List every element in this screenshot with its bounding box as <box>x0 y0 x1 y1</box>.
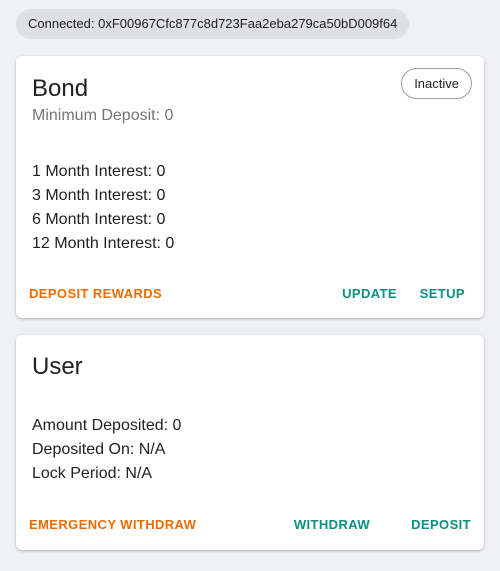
update-button[interactable]: Update <box>334 276 405 312</box>
bond-status-chip: Inactive <box>401 68 472 99</box>
setup-button[interactable]: Setup <box>412 276 473 312</box>
withdraw-button[interactable]: Withdraw <box>286 507 378 543</box>
interest-1-month: 1 Month Interest: 0 <box>32 163 166 180</box>
bond-card-title: Bond <box>32 75 89 102</box>
connected-address-chip: Connected: 0xF00967Cfc877c8d723Faa2eba27… <box>16 9 410 39</box>
lock-period: Lock Period: N/A <box>32 465 153 482</box>
interest-3-month: 3 Month Interest: 0 <box>32 187 166 204</box>
interest-6-month: 6 Month Interest: 0 <box>32 211 166 228</box>
bond-interest-list: 1 Month Interest: 0 3 Month Interest: 0 … <box>32 160 174 256</box>
deposited-on: Deposited On: N/A <box>32 441 166 458</box>
user-card-title: User <box>32 353 83 380</box>
bond-card: Bond Minimum Deposit: 0 Inactive 1 Month… <box>16 56 484 318</box>
emergency-withdraw-button[interactable]: Emergency Withdraw <box>21 507 204 543</box>
user-card: User Amount Deposited: 0 Deposited On: N… <box>16 335 484 550</box>
interest-12-month: 12 Month Interest: 0 <box>32 235 175 252</box>
user-info-list: Amount Deposited: 0 Deposited On: N/A Lo… <box>32 414 181 486</box>
bond-card-actions: Deposit Rewards Update Setup <box>16 276 484 312</box>
amount-deposited: Amount Deposited: 0 <box>32 417 182 434</box>
deposit-rewards-button[interactable]: Deposit Rewards <box>21 276 170 312</box>
user-card-actions: Emergency Withdraw Withdraw Deposit <box>16 507 484 543</box>
app-page: Connected: 0xF00967Cfc877c8d723Faa2eba27… <box>0 0 500 571</box>
minimum-deposit: Minimum Deposit: 0 <box>32 107 174 124</box>
deposit-button[interactable]: Deposit <box>403 507 479 543</box>
